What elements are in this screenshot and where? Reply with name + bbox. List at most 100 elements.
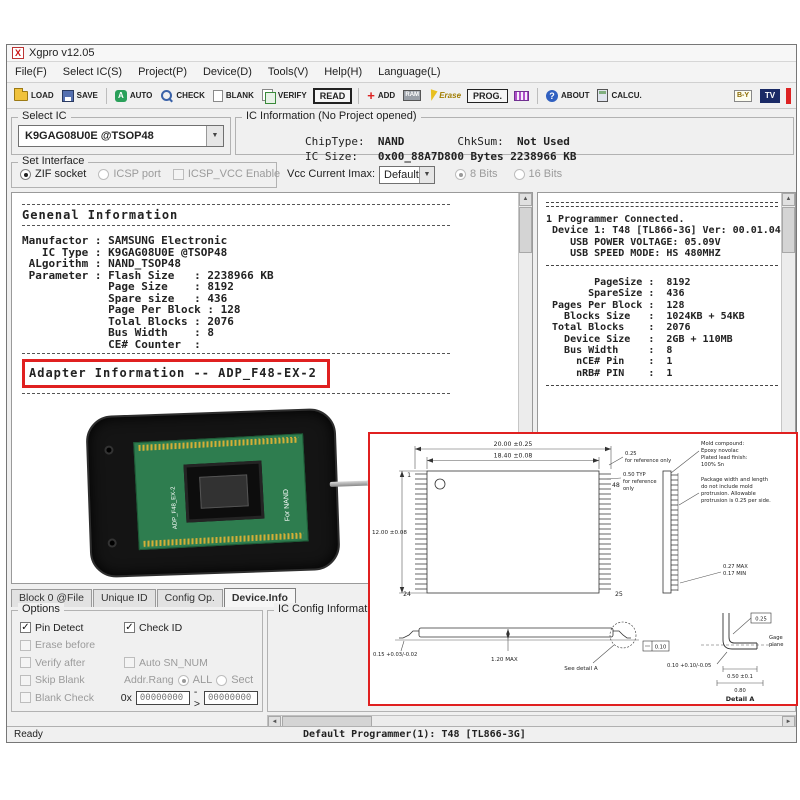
blank-button[interactable]: BLANK: [211, 89, 256, 103]
mold-note-1: Mold compound:: [701, 441, 744, 447]
erase-before-checkbox[interactable]: Erase before: [20, 639, 124, 651]
addr-range-label: Addr.Rang: [124, 674, 174, 687]
b-to-y-button[interactable]: B-Y: [732, 89, 754, 103]
ram-chip-icon: RAM: [403, 90, 422, 101]
programmer-info-text: 1 Programmer Connected. Device 1: T48 [T…: [538, 193, 795, 386]
calcu-button[interactable]: CALCU.: [595, 88, 643, 103]
add-label: ADD: [377, 91, 396, 100]
dashed-rule: [22, 393, 450, 394]
auto-button[interactable]: AUTO: [113, 89, 155, 103]
menu-item-device[interactable]: Device(D): [195, 64, 260, 80]
status-bar: Ready Default Programmer(1): T48 [TL866-…: [7, 726, 796, 742]
menu-item-language[interactable]: Language(L): [370, 64, 448, 80]
gage-plane-label-2: plane: [769, 642, 783, 648]
bits-8-label: 8 Bits: [470, 168, 498, 180]
bits-16-radio[interactable]: 16 Bits: [513, 168, 562, 180]
pin-header-button[interactable]: [512, 90, 531, 102]
radio-icon: [20, 168, 31, 180]
addr-range-sect-radio[interactable]: Sect: [216, 674, 253, 686]
programmer-line: Device Size : 2GB + 110MB: [546, 333, 733, 345]
programmer-line: USB POWER VOLTAGE: 05.09V: [546, 236, 721, 248]
icsp-port-radio[interactable]: ICSP port: [98, 168, 161, 180]
blank-check-checkbox[interactable]: Blank Check: [20, 692, 121, 704]
vcc-current-combobox[interactable]: Default ▼: [379, 166, 435, 184]
addr-from-input[interactable]: [135, 690, 190, 705]
menu-item-help[interactable]: Help(H): [316, 64, 370, 80]
tsop48-socket: [183, 460, 265, 523]
scrollbar-thumb[interactable]: [519, 207, 532, 253]
menu-item-project[interactable]: Project(P): [130, 64, 195, 80]
adapter-information-title: Adapter Information -- ADP_F48-EX-2: [29, 366, 317, 380]
tab-unique-id[interactable]: Unique ID: [92, 589, 156, 607]
scroll-up-arrow-icon[interactable]: ▲: [782, 193, 795, 206]
icsp-vcc-label: ICSP_VCC Enable: [187, 168, 281, 180]
add-button[interactable]: + ADD: [365, 89, 397, 103]
menu-item-select-ic[interactable]: Select IC(S): [55, 64, 130, 80]
save-button[interactable]: SAVE: [60, 89, 100, 103]
ic-information-group-label: IC Information (No Project opened): [242, 110, 421, 122]
programmer-line: Pages Per Block : 128: [546, 299, 685, 311]
height-dim: 1.20 MAX: [491, 657, 518, 663]
auto-icon: [114, 89, 127, 102]
ram-button[interactable]: RAM: [401, 89, 423, 102]
vcc-current-value: Default: [384, 169, 419, 181]
ic-information-group: IC Information (No Project opened) ChipT…: [235, 110, 794, 163]
scroll-up-arrow-icon[interactable]: ▲: [519, 193, 532, 206]
addr-to-input[interactable]: [204, 690, 258, 705]
scrollbar-thumb[interactable]: [782, 207, 795, 253]
lightning-icon: [427, 89, 438, 102]
verify-after-checkbox[interactable]: Verify after: [20, 657, 124, 669]
tv-icon: TV: [760, 88, 780, 103]
dashed-rule: [546, 384, 778, 386]
blank-label: BLANK: [225, 91, 254, 100]
ref-050-note-1: for reference: [623, 479, 657, 485]
about-label: ABOUT: [561, 91, 590, 100]
skip-blank-checkbox[interactable]: Skip Blank: [20, 674, 124, 686]
addr-range-all-label: ALL: [192, 674, 213, 687]
flatness-dim: 0.10: [655, 645, 667, 651]
blank-check-label: Blank Check: [35, 691, 94, 704]
tsop48-package-drawing: 20.00 ±0.25 18.40 ±0.08 12.00 ±0.08 1 24…: [372, 441, 783, 702]
prog-button[interactable]: PROG.: [467, 88, 509, 103]
info-line: Page Size : 8192: [22, 280, 234, 293]
read-button[interactable]: READ: [312, 87, 353, 104]
menu-item-file[interactable]: File(F): [7, 64, 55, 80]
icsize-label: IC Size:: [304, 150, 358, 163]
select-ic-combobox[interactable]: K9GAG08U0E @TSOP48 ▼: [18, 125, 224, 147]
check-button[interactable]: CHECK: [158, 88, 206, 103]
select-ic-dropdown-button[interactable]: ▼: [206, 126, 223, 146]
programmer-line: nCE# Pin : 1: [546, 356, 673, 368]
programmer-line: Device 1: T48 [TL866-3G] Ver: 00.01.04: [546, 225, 781, 237]
pin-detect-checkbox[interactable]: ✓ Pin Detect: [20, 622, 124, 634]
menu-item-tools[interactable]: Tools(V): [260, 64, 316, 80]
mold-note-2: Epoxy novolac: [701, 448, 739, 454]
check-id-checkbox[interactable]: ✓ Check ID: [124, 622, 182, 634]
bits-8-radio[interactable]: 8 Bits: [455, 168, 498, 180]
tv-button[interactable]: TV: [758, 88, 782, 104]
zif-socket-radio[interactable]: ZIF socket: [20, 168, 86, 180]
pkg-note-2: do not include mold: [701, 484, 753, 490]
checkbox-icon: [20, 674, 31, 686]
vcc-current-row: Vcc Current Imax:: [287, 168, 375, 180]
about-button[interactable]: ? ABOUT: [544, 89, 591, 103]
info-line: Manufactor : SAMSUNG Electronic: [22, 234, 228, 247]
open-folder-icon: [14, 87, 28, 101]
load-button[interactable]: LOAD: [12, 87, 56, 102]
mold-note-4: 100% Sn: [701, 462, 724, 468]
dashed-rule: [22, 204, 450, 205]
pkg-note-4: protrusion is 0.25 per side.: [701, 498, 771, 504]
programmer-line: Bus Width : 8: [546, 344, 673, 356]
lead-thickness-min: 0.17 MIN: [723, 571, 746, 577]
icsp-vcc-checkbox[interactable]: ICSP_VCC Enable: [172, 168, 281, 180]
programmer-line: nRB# PIN : 1: [546, 367, 673, 379]
vcc-dropdown-button[interactable]: ▼: [419, 167, 434, 183]
erase-button[interactable]: Erase: [427, 89, 463, 102]
lead-thickness-max: 0.27 MAX: [723, 564, 748, 570]
info-line: Bus Width : 8: [22, 326, 215, 339]
foot-tolerance-dim: 0.10 +0.10/-0.05: [667, 663, 711, 669]
addr-range-all-radio[interactable]: ALL: [177, 674, 213, 687]
ref-025-label: 0.25: [625, 451, 637, 457]
tab-config-op[interactable]: Config Op.: [156, 589, 223, 607]
verify-button[interactable]: VERIFY: [260, 88, 309, 104]
auto-sn-checkbox[interactable]: Auto SN_NUM: [124, 657, 208, 669]
